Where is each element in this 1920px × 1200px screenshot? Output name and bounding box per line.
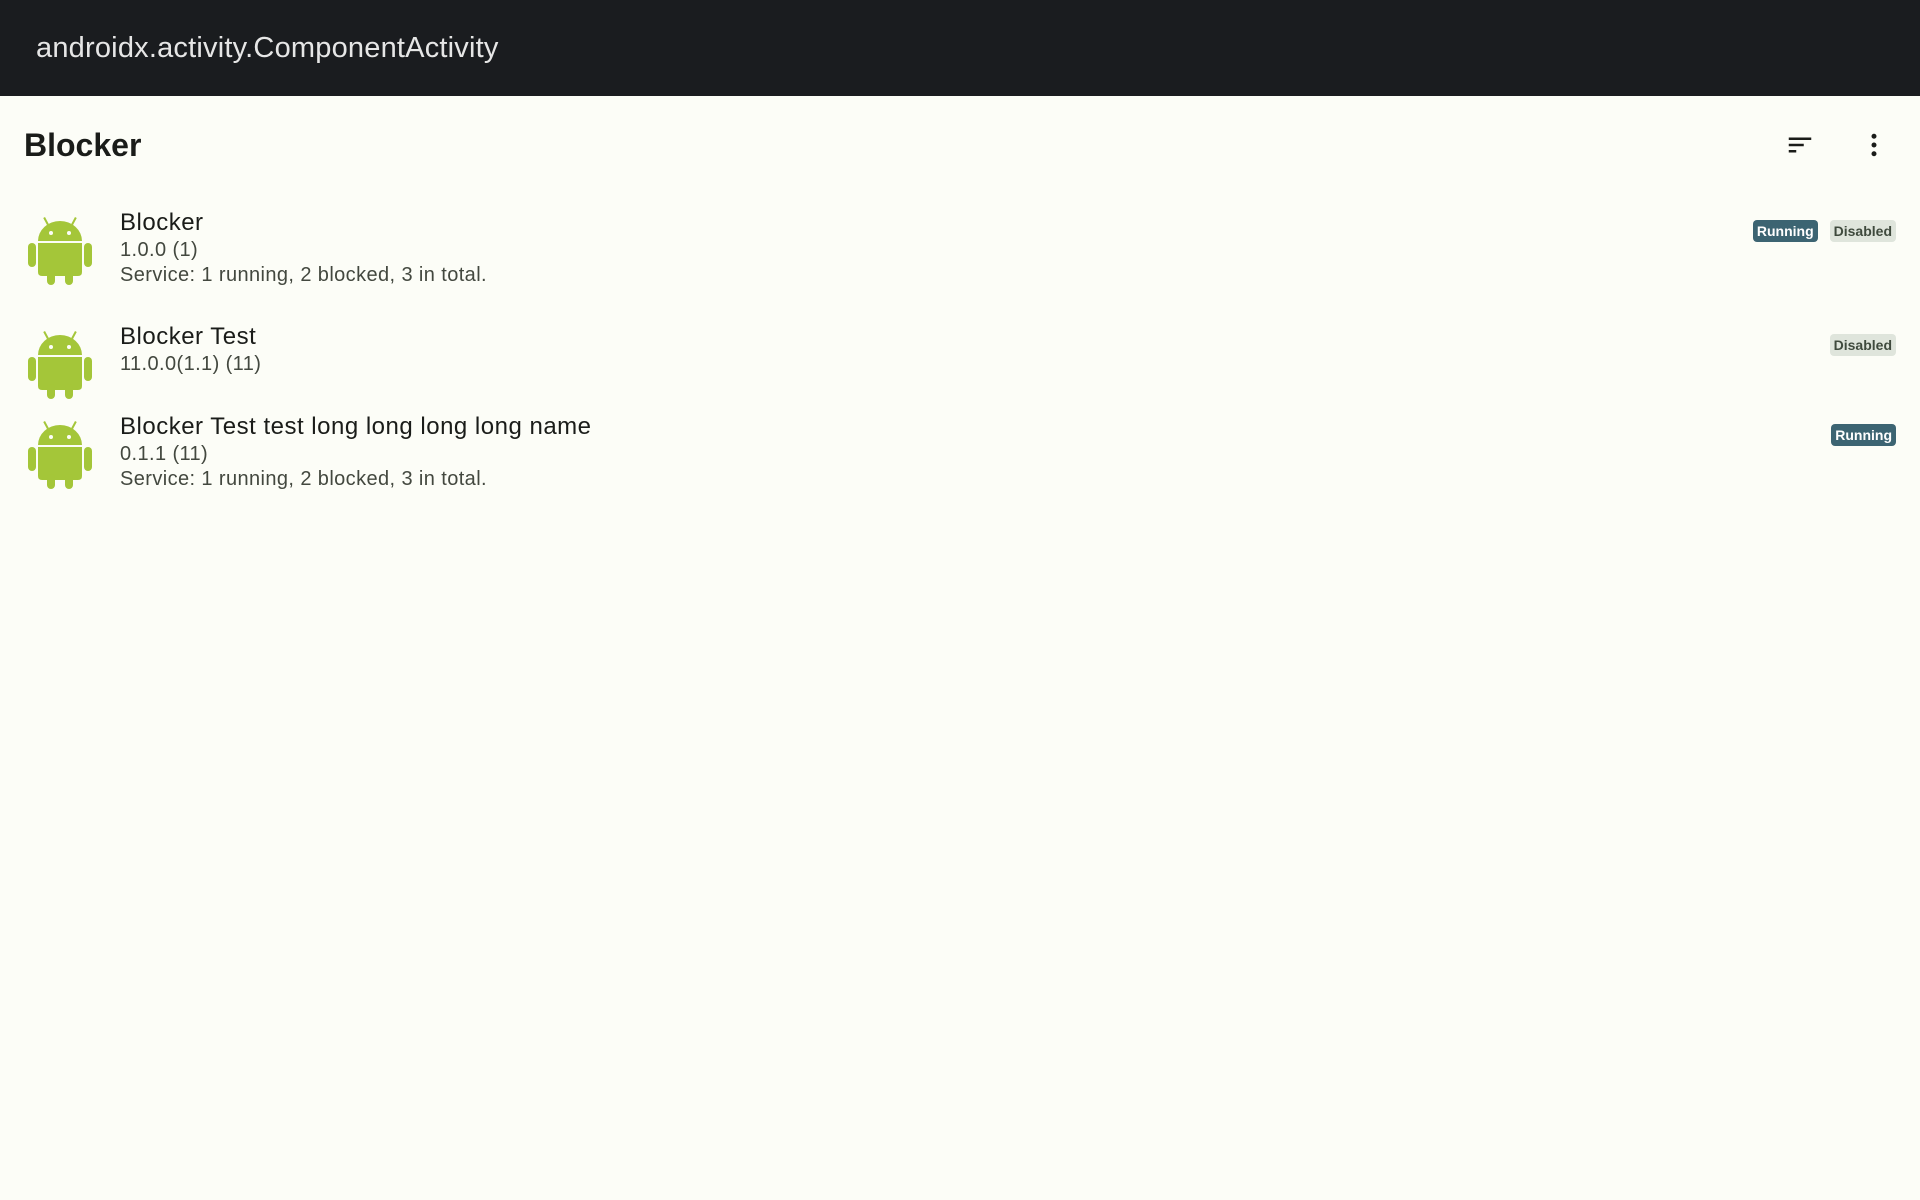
app-name: Blocker Test: [120, 323, 257, 350]
app-list-item[interactable]: Blocker Test 11.0.0(1.1) (11) Disabled: [0, 308, 1920, 398]
android-icon: [24, 328, 96, 400]
disabled-badge: Disabled: [1829, 220, 1896, 242]
app-tags: Running Disabled: [1752, 220, 1896, 242]
window-title: androidx.activity.ComponentActivity: [36, 31, 499, 64]
app-name: Blocker: [120, 209, 204, 236]
app-info: Blocker 1.0.0 (1) Service: 1 running, 2 …: [120, 208, 487, 288]
app-info: Blocker Test 11.0.0(1.1) (11): [120, 322, 261, 377]
app-service-status: Service: 1 running, 2 blocked, 3 in tota…: [120, 264, 488, 286]
app-version: 1.0.0 (1): [120, 239, 199, 261]
top-app-bar: Blocker: [0, 96, 1920, 194]
app-bar-actions: [1774, 96, 1900, 194]
app-list-item[interactable]: Blocker Test test long long long long na…: [0, 398, 1920, 508]
more-options-button[interactable]: [1848, 119, 1900, 171]
app-version: 0.1.1 (11): [120, 443, 209, 465]
app-list: Blocker 1.0.0 (1) Service: 1 running, 2 …: [0, 194, 1920, 508]
running-badge: Running: [1752, 220, 1818, 242]
app-tags: Running: [1831, 424, 1896, 446]
page-title: Blocker: [24, 126, 142, 163]
app-service-status: Service: 1 running, 2 blocked, 3 in tota…: [120, 468, 488, 490]
app-name: Blocker Test test long long long long na…: [120, 413, 592, 440]
app-tags: Disabled: [1829, 334, 1896, 356]
app-version: 11.0.0(1.1) (11): [120, 353, 262, 375]
android-icon: [24, 214, 96, 286]
android-icon: [24, 418, 96, 490]
window-title-bar: androidx.activity.ComponentActivity: [0, 0, 1920, 96]
sort-icon: [1788, 137, 1812, 153]
disabled-badge: Disabled: [1829, 334, 1896, 356]
app-info: Blocker Test test long long long long na…: [120, 412, 592, 492]
running-badge: Running: [1831, 424, 1896, 446]
sort-button[interactable]: [1774, 119, 1826, 171]
more-vert-icon: [1871, 133, 1877, 157]
app-list-item[interactable]: Blocker 1.0.0 (1) Service: 1 running, 2 …: [0, 194, 1920, 308]
